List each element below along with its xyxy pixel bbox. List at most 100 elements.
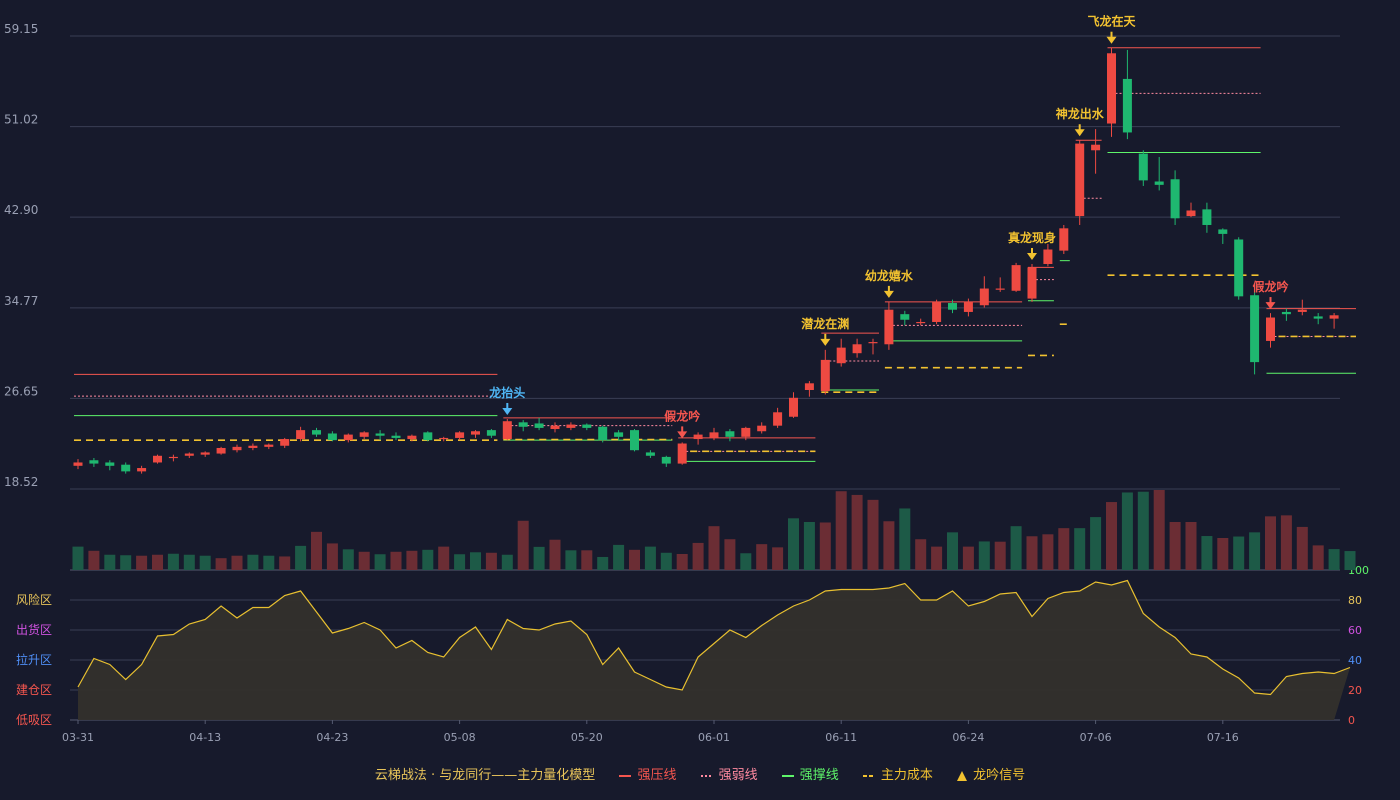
volume-bar [788,518,799,570]
candle-body [121,464,131,472]
candle-body [455,432,465,438]
volume-bar [660,552,672,570]
volume-bar [613,544,625,570]
volume-bar [1344,551,1356,570]
volume-bar [358,551,370,570]
candle-body [1011,265,1021,291]
x-tick-label: 07-06 [1080,731,1112,744]
signal-label: 假龙吟 [1252,279,1288,294]
volume-bar [947,532,958,570]
candle-body [518,422,528,427]
candle-body [566,424,576,428]
price-tick-label: 26.65 [4,384,38,398]
x-tick-label: 05-20 [571,731,603,744]
volume-bar [470,552,481,570]
candle-body [693,434,703,440]
zone-label: 建仓区 [16,683,52,697]
indicator-tick-label: 60 [1348,624,1362,637]
volume-bar [295,545,307,570]
volume-bar [1217,538,1229,570]
candle-body [979,288,989,306]
volume-bar [183,554,195,570]
candle-body [1043,249,1053,265]
volume-bar [1010,526,1022,570]
candle-body [296,430,306,440]
candle-body [773,412,783,426]
volume-bar [692,542,704,570]
candle-body [471,431,480,435]
volume-bar [931,546,943,570]
price-tick-label: 51.02 [4,113,38,127]
volume-bar [565,550,577,570]
candle-body [264,444,274,447]
candle-body [486,430,496,436]
signal-arrow [1106,36,1117,44]
candle-body [630,430,639,451]
volume-bar [1328,549,1340,570]
volume-bar [883,521,895,570]
candle-body [852,344,862,354]
signal-arrow [883,290,894,298]
volume-bar [422,549,434,570]
candle-body [359,432,369,437]
indicator-tick-label: 80 [1348,594,1362,607]
volume-bar [374,554,386,570]
zone-label: 低吸区 [16,713,52,727]
candle-body [963,301,973,312]
candle-body [757,425,767,432]
support-line-icon [781,774,794,777]
volume-bar [962,546,974,570]
candlestick-chart: 59.1551.0242.9034.7726.6518.521008060402… [4,14,1369,744]
legend-title: 云梯战法 · 与龙同行——主力量化模型 [374,768,596,783]
x-tick-label: 06-11 [825,731,857,744]
volume-bar [247,554,259,570]
volume-bar [517,520,529,570]
volume-bar [136,555,148,570]
indicator-tick-label: 0 [1348,714,1355,727]
triangle-icon [957,770,968,781]
volume-bar [835,491,847,570]
volume-bar [1153,490,1165,570]
candle-body [168,456,178,459]
candle-body [1075,143,1085,217]
candle-body [1297,309,1307,312]
volume-bar [152,554,163,570]
volume-bar [915,539,927,570]
volume-bar [1042,534,1054,570]
candle-body [804,383,814,390]
volume-bar [1185,522,1197,570]
candle-body [1186,210,1196,217]
legend-weak-label: 强弱线 [718,768,758,783]
candle-body [1027,267,1037,299]
candle-body [1234,239,1244,297]
candle-body [184,453,194,456]
candle-body [343,434,353,441]
volume-bar [1169,522,1181,570]
volume-bar [644,546,656,570]
signal-arrow [502,407,513,415]
zone-label: 风险区 [16,592,52,607]
volume-bar [994,541,1006,570]
volume-bar [1233,536,1245,570]
signal-arrow [677,431,688,439]
candle-body [232,446,242,451]
x-tick-label: 04-23 [316,731,348,744]
price-tick-label: 59.15 [4,22,38,36]
candle-body [550,425,560,430]
legend-support: 强撑线 [781,768,839,783]
legend-pressure-label: 强压线 [637,768,677,783]
signal-label: 假龙吟 [664,408,700,423]
candle-body [1170,179,1180,219]
candle-body [534,423,544,428]
volume-bar [676,554,688,570]
volume-bar [104,554,116,570]
candle-body [312,430,321,435]
candle-body [1329,315,1339,319]
candle-body [900,314,910,320]
zone-label: 出货区 [16,622,52,637]
volume-bar [629,549,640,570]
volume-bar [1090,517,1102,570]
volume-bar [724,539,736,570]
volume-bar [406,550,418,570]
legend-cost-label: 主力成本 [880,768,933,783]
